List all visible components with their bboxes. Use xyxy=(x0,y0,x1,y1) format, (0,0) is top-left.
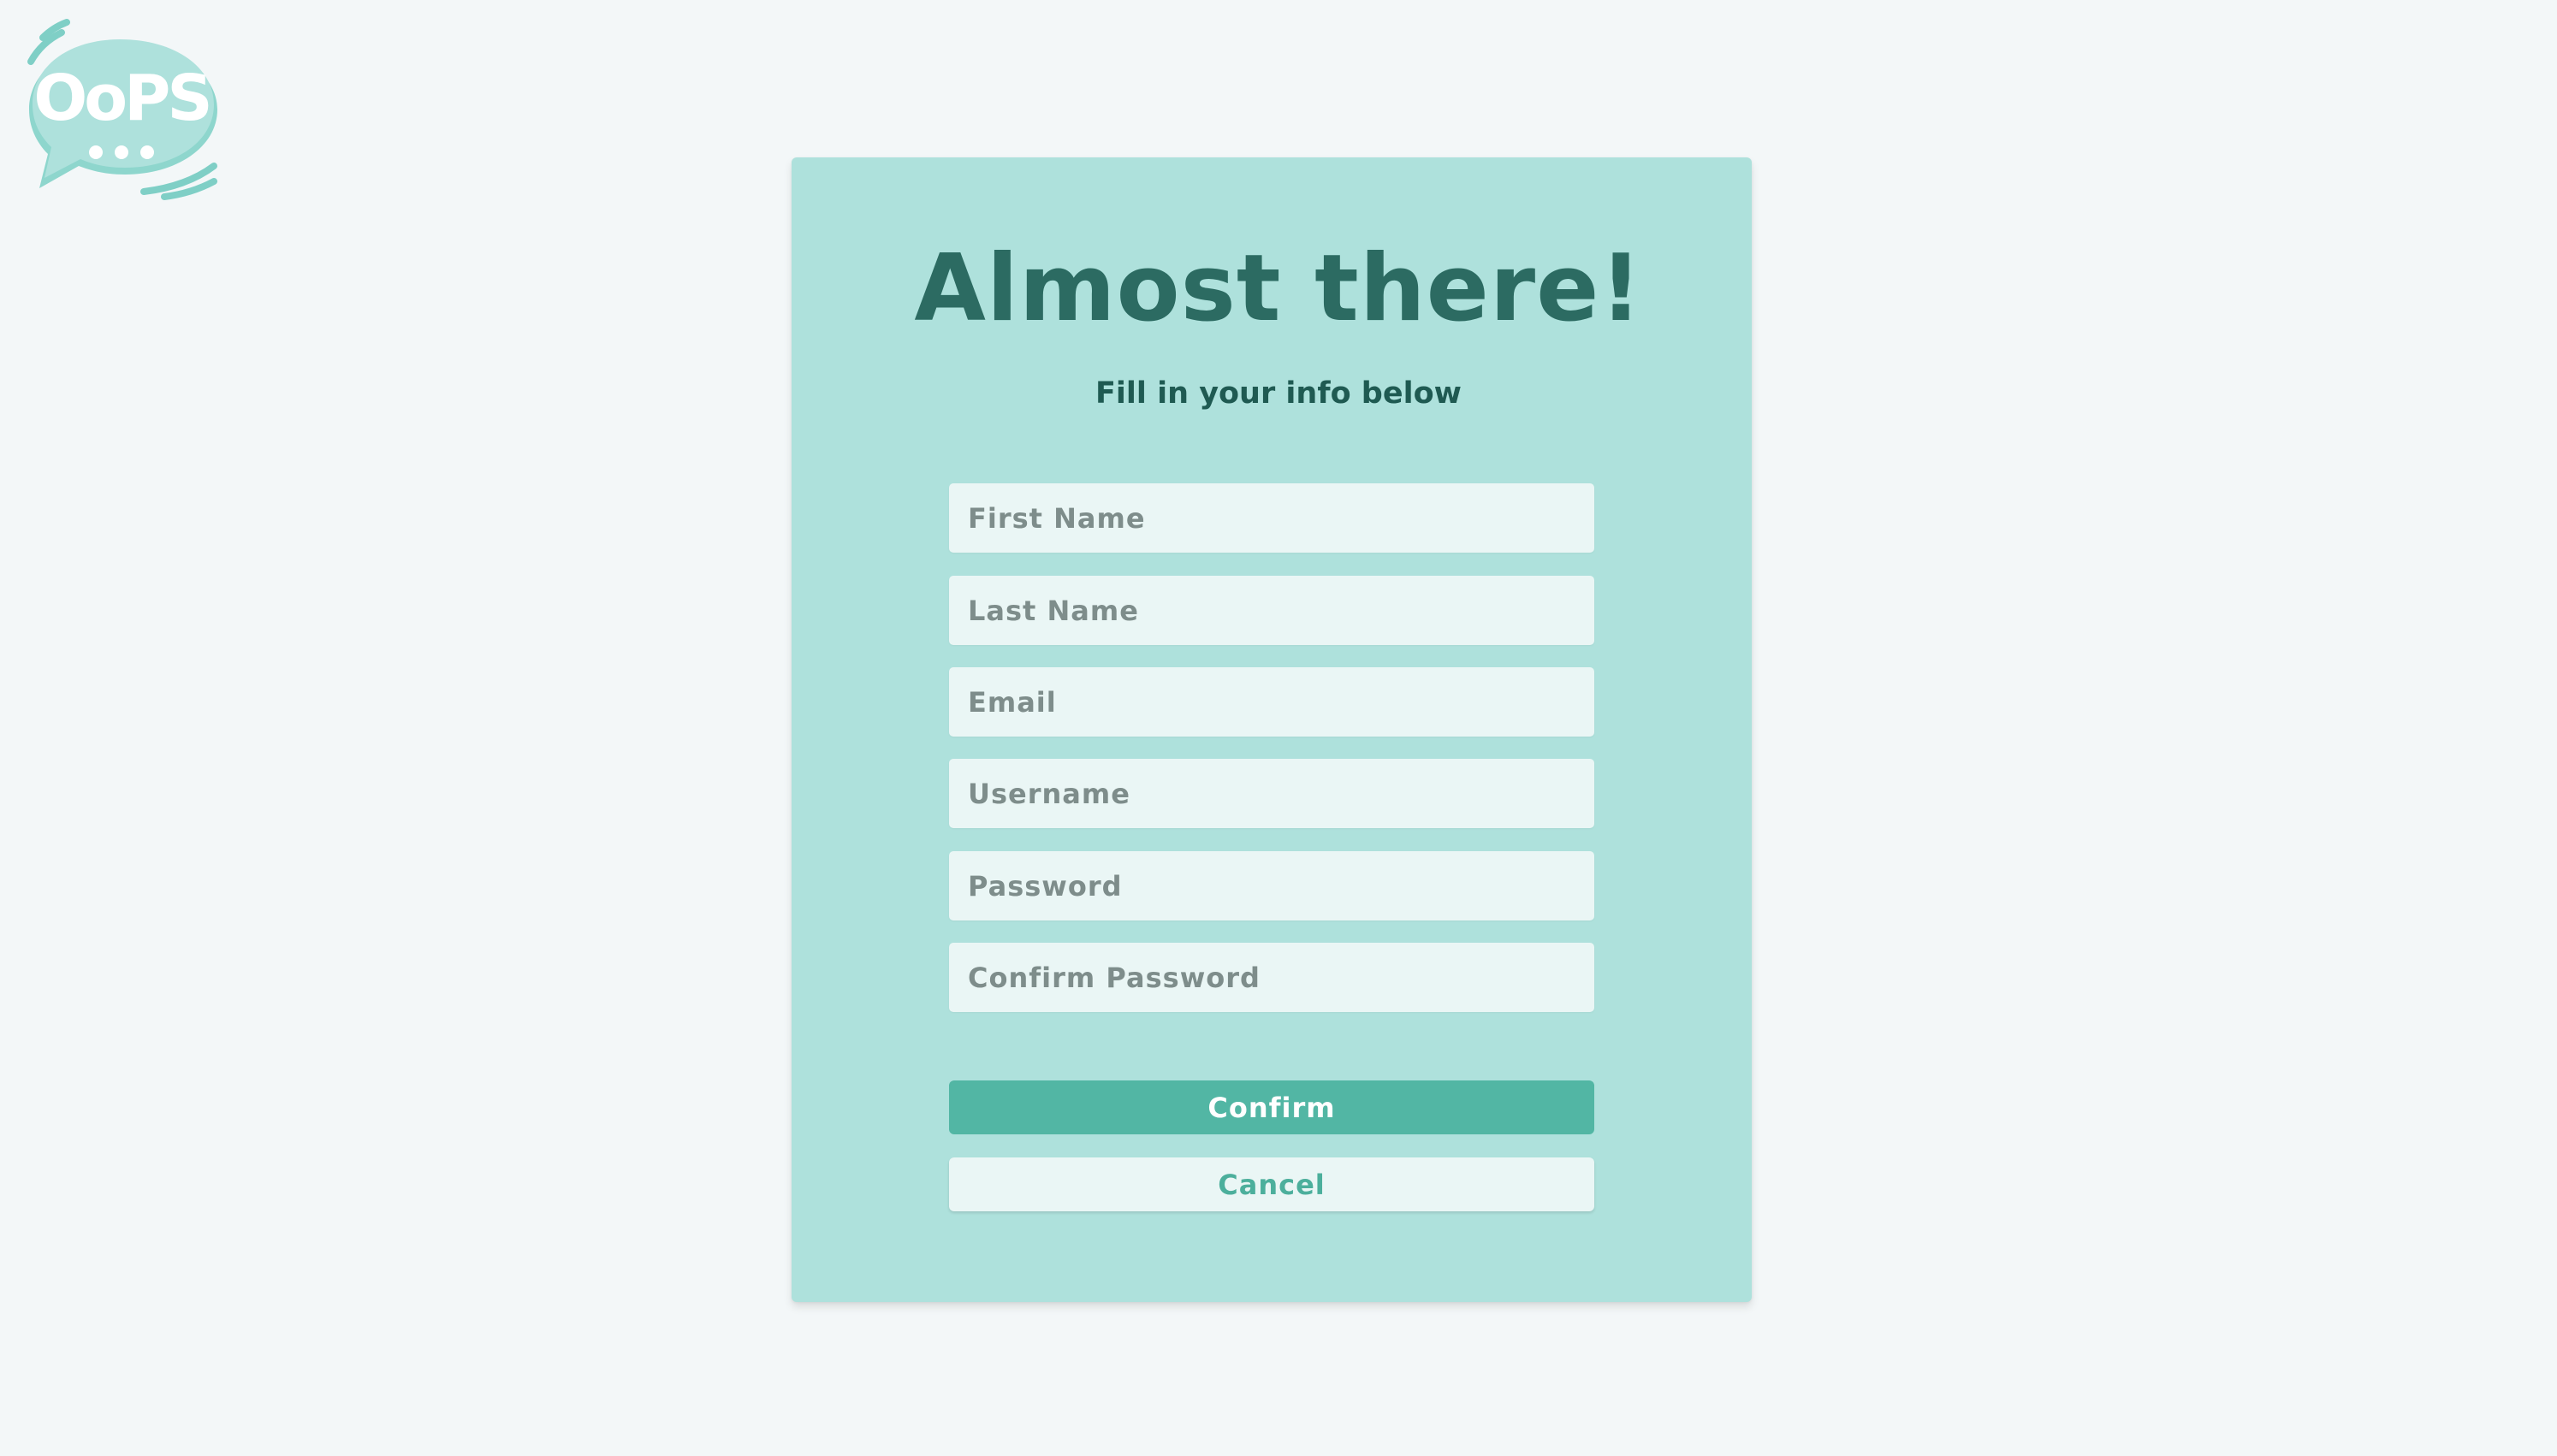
username-input[interactable] xyxy=(949,759,1594,828)
confirm-password-input[interactable] xyxy=(949,943,1594,1012)
speech-bubble-logo-icon: OoPS xyxy=(27,19,217,200)
confirm-button[interactable]: Confirm xyxy=(949,1080,1594,1134)
svg-text:OoPS: OoPS xyxy=(33,62,209,135)
page-subtitle: Fill in your info below xyxy=(1095,376,1462,411)
cancel-button[interactable]: Cancel xyxy=(949,1157,1594,1211)
password-input[interactable] xyxy=(949,851,1594,920)
oops-logo[interactable]: OoPS xyxy=(24,19,224,202)
last-name-input[interactable] xyxy=(949,576,1594,645)
first-name-input[interactable] xyxy=(949,483,1594,553)
page-title: Almost there! xyxy=(914,235,1643,342)
email-input[interactable] xyxy=(949,667,1594,737)
